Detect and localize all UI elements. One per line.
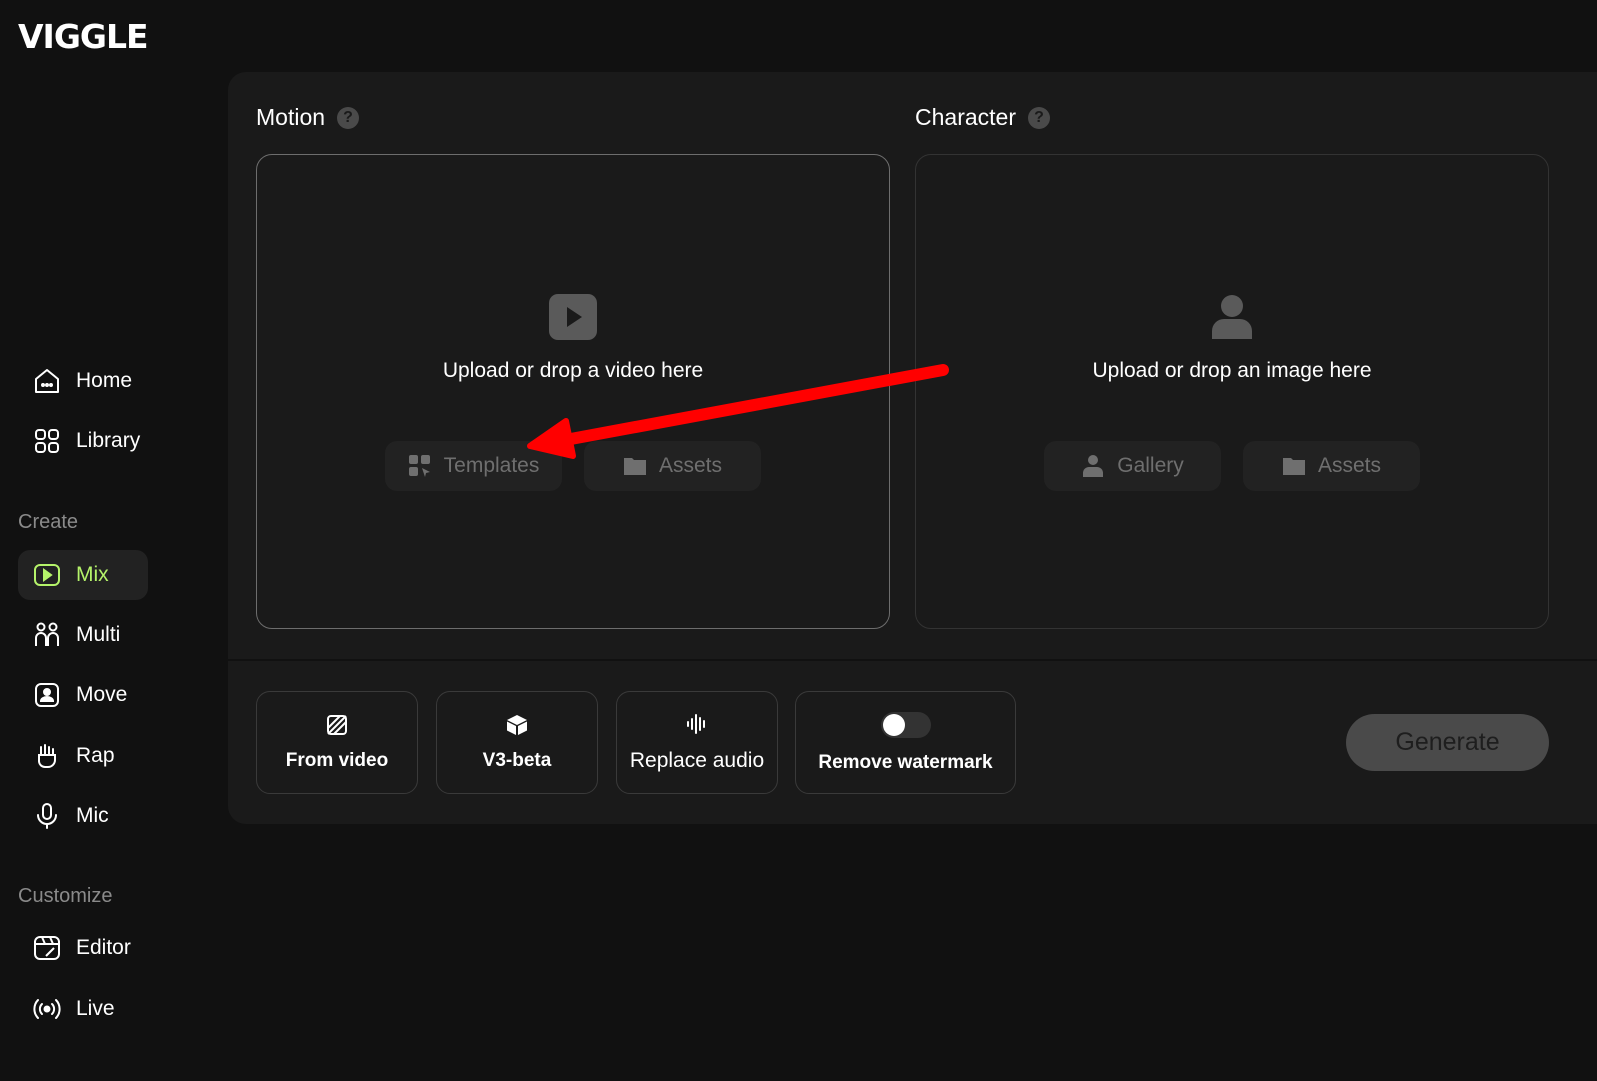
v3-beta-button[interactable]: V3-beta (436, 691, 598, 794)
multi-icon (32, 620, 62, 650)
rap-icon (32, 741, 62, 771)
motion-title-text: Motion (256, 104, 326, 130)
sidebar-item-label: Editor (76, 936, 131, 959)
person-icon (1083, 455, 1104, 477)
character-assets-label: Assets (1317, 454, 1382, 477)
editor-icon (32, 933, 62, 963)
sidebar-item-editor[interactable]: Editor (18, 923, 148, 973)
app-window: VIGGLE Home Library Create Mix Multi Mov… (0, 0, 1597, 1081)
sidebar-item-multi[interactable]: Multi (18, 610, 148, 660)
gallery-label: Gallery (1117, 454, 1184, 477)
folder-icon (623, 458, 646, 475)
sidebar-item-label: Mix (76, 563, 109, 586)
motion-assets-button[interactable]: Assets (584, 441, 761, 491)
remove-watermark-label: Remove watermark (818, 751, 993, 773)
sidebar: Home Library Create Mix Multi Move Rap M… (0, 0, 228, 1081)
remove-watermark-toggle[interactable] (880, 711, 931, 738)
sidebar-item-live[interactable]: Live (18, 984, 148, 1034)
sidebar-item-rap[interactable]: Rap (18, 731, 148, 781)
from-video-label: From video (285, 749, 389, 771)
character-title: Character ? (915, 104, 1050, 131)
mix-icon (32, 560, 62, 590)
sidebar-item-label: Move (76, 683, 128, 706)
sidebar-item-mic[interactable]: Mic (18, 791, 148, 841)
v3-beta-label: V3-beta (482, 749, 552, 771)
sidebar-item-move[interactable]: Move (18, 670, 148, 720)
motion-dropzone[interactable]: Upload or drop a video here Templates As… (256, 154, 890, 629)
from-video-icon (327, 714, 347, 735)
library-icon (32, 426, 62, 456)
video-play-icon (549, 294, 597, 340)
folder-icon (1282, 458, 1305, 475)
sidebar-item-label: Multi (76, 623, 121, 646)
replace-audio-label: Replace audio (629, 748, 765, 772)
customize-section-label: Customize (18, 885, 113, 907)
sidebar-item-mix[interactable]: Mix (18, 550, 148, 600)
move-icon (32, 680, 62, 710)
templates-label: Templates (443, 454, 540, 477)
audio-wave-icon (687, 713, 705, 734)
templates-icon (408, 455, 430, 477)
generate-button[interactable]: Generate (1346, 714, 1549, 771)
panel-divider (228, 659, 1597, 661)
sidebar-item-label: Rap (76, 744, 115, 767)
sidebar-item-label: Mic (76, 804, 109, 827)
motion-title: Motion ? (256, 104, 360, 131)
create-section-label: Create (18, 511, 79, 533)
character-dropzone[interactable]: Upload or drop an image here Gallery Ass… (915, 154, 1549, 629)
motion-assets-label: Assets (658, 454, 723, 477)
character-assets-button[interactable]: Assets (1243, 441, 1420, 491)
live-icon (32, 994, 62, 1024)
from-video-button[interactable]: From video (256, 691, 418, 794)
cube-icon (507, 714, 527, 735)
motion-upload-text: Upload or drop a video here (442, 359, 704, 382)
replace-audio-button[interactable]: Replace audio (616, 691, 778, 794)
sidebar-item-label: Home (76, 369, 133, 392)
mic-icon (32, 801, 62, 831)
person-icon (1212, 295, 1252, 339)
toggle-knob (882, 713, 905, 736)
sidebar-item-home[interactable]: Home (18, 356, 148, 406)
character-upload-text: Upload or drop an image here (1092, 359, 1372, 382)
character-title-text: Character (915, 104, 1016, 130)
remove-watermark-option[interactable]: Remove watermark (795, 691, 1016, 794)
home-icon (32, 366, 62, 396)
gallery-button[interactable]: Gallery (1044, 441, 1221, 491)
help-icon[interactable]: ? (337, 106, 360, 129)
help-icon[interactable]: ? (1027, 106, 1050, 129)
templates-button[interactable]: Templates (385, 441, 562, 491)
sidebar-item-library[interactable]: Library (18, 416, 148, 466)
sidebar-item-label: Library (76, 429, 141, 452)
sidebar-item-label: Live (76, 997, 115, 1020)
